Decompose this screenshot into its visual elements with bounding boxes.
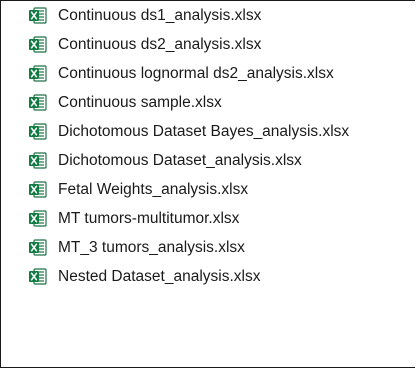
excel-file-icon [29,65,47,82]
excel-file-icon [29,94,47,111]
excel-file-icon [29,7,47,24]
file-name: MT_3 tumors_analysis.xlsx [58,239,245,256]
file-item[interactable]: Continuous ds1_analysis.xlsx [1,2,416,30]
excel-file-icon [29,268,47,285]
file-name: Continuous ds1_analysis.xlsx [58,7,262,24]
file-item[interactable]: Dichotomous Dataset Bayes_analysis.xlsx [1,118,416,146]
file-name: Continuous lognormal ds2_analysis.xlsx [58,65,334,82]
file-item[interactable]: MT tumors-multitumor.xlsx [1,205,416,233]
excel-file-icon [29,152,47,169]
file-name: Dichotomous Dataset_analysis.xlsx [58,152,302,169]
file-item[interactable]: Dichotomous Dataset_analysis.xlsx [1,147,416,175]
file-list-panel: Continuous ds1_analysis.xlsx Continuous … [0,0,415,368]
file-name: MT tumors-multitumor.xlsx [58,210,240,227]
file-name: Continuous ds2_analysis.xlsx [58,36,262,53]
file-item[interactable]: MT_3 tumors_analysis.xlsx [1,234,416,262]
file-name: Dichotomous Dataset Bayes_analysis.xlsx [58,123,350,140]
excel-file-icon [29,123,47,140]
excel-file-icon [29,210,47,227]
file-item[interactable]: Continuous lognormal ds2_analysis.xlsx [1,60,416,88]
file-item[interactable]: Fetal Weights_analysis.xlsx [1,176,416,204]
excel-file-icon [29,239,47,256]
excel-file-icon [29,181,47,198]
file-name: Nested Dataset_analysis.xlsx [58,268,261,285]
file-name: Continuous sample.xlsx [58,94,222,111]
file-item[interactable]: Continuous ds2_analysis.xlsx [1,31,416,59]
file-item[interactable]: Nested Dataset_analysis.xlsx [1,263,416,291]
file-name: Fetal Weights_analysis.xlsx [58,181,249,198]
excel-file-icon [29,36,47,53]
file-item[interactable]: Continuous sample.xlsx [1,89,416,117]
